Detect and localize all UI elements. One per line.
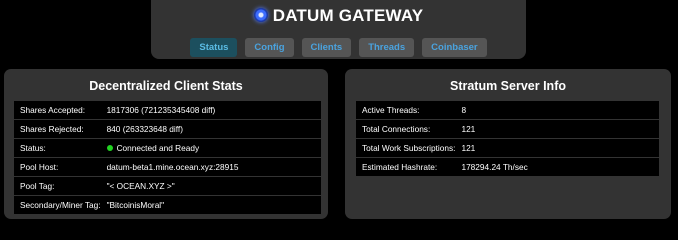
total-connections-label: Total Connections: (356, 120, 456, 138)
status-dot-icon (106, 145, 113, 151)
table-row: Total Work Subscriptions: 121 (356, 139, 659, 157)
stratum-title: Stratum Server Info (449, 79, 566, 93)
hashrate-label: Estimated Hashrate: (356, 158, 456, 176)
datum-logo-icon (253, 8, 268, 22)
table-row: Estimated Hashrate: 178294.24 Th/sec (356, 158, 659, 176)
table-row: Pool Tag: "< OCEAN.XYZ >" (14, 177, 321, 195)
pool-host-label: Pool Host: (14, 158, 101, 176)
client-stats-table: Shares Accepted: 1817306 (721235345408 d… (14, 100, 321, 215)
shares-rejected-label: Shares Rejected: (14, 120, 101, 138)
client-stats-title: Decentralized Client Stats (89, 79, 243, 93)
miner-tag-value: "BitcoinisMoral" (100, 196, 321, 214)
table-row: Shares Accepted: 1817306 (721235345408 d… (14, 101, 321, 119)
table-row: Pool Host: datum-beta1.mine.ocean.xyz:28… (14, 158, 321, 176)
active-threads-label: Active Threads: (356, 101, 456, 119)
status-value: Connected and Ready (116, 143, 200, 153)
work-subscriptions-value: 121 (455, 139, 659, 157)
stratum-table: Active Threads: 8 Total Connections: 121… (356, 100, 659, 177)
app-title: DATUM GATEWAY (272, 6, 424, 25)
work-subscriptions-label: Total Work Subscriptions: (356, 139, 456, 157)
table-row: Shares Rejected: 840 (263323648 diff) (14, 120, 321, 138)
total-connections-value: 121 (455, 120, 659, 138)
tab-status[interactable]: Status (190, 38, 238, 57)
pool-tag-label: Pool Tag: (14, 177, 101, 195)
stratum-panel: Stratum Server Info Active Threads: 8 To… (345, 69, 671, 219)
miner-tag-label: Secondary/Miner Tag: (14, 196, 101, 214)
status-cell: Connected and Ready (100, 139, 321, 157)
table-row: Status: Connected and Ready (14, 139, 321, 157)
tab-coinbaser[interactable]: Coinbaser (422, 38, 487, 57)
table-row: Total Connections: 121 (356, 120, 659, 138)
status-label: Status: (14, 139, 101, 157)
brand: DATUM GATEWAY (151, 6, 526, 26)
table-row: Active Threads: 8 (356, 101, 659, 119)
nav-bar: Status Config Clients Threads Coinbaser (151, 38, 526, 57)
pool-tag-value: "< OCEAN.XYZ >" (100, 177, 321, 195)
tab-clients[interactable]: Clients (301, 38, 352, 57)
shares-rejected-value: 840 (263323648 diff) (100, 120, 321, 138)
hashrate-value: 178294.24 Th/sec (455, 158, 659, 176)
table-row: Secondary/Miner Tag: "BitcoinisMoral" (14, 196, 321, 214)
pool-host-value: datum-beta1.mine.ocean.xyz:28915 (100, 158, 321, 176)
tab-threads[interactable]: Threads (359, 38, 415, 57)
client-stats-panel: Decentralized Client Stats Shares Accept… (4, 69, 328, 219)
shares-accepted-value: 1817306 (721235345408 diff) (100, 101, 321, 119)
shares-accepted-label: Shares Accepted: (14, 101, 101, 119)
header: DATUM GATEWAY Status Config Clients Thre… (151, 0, 526, 59)
tab-config[interactable]: Config (245, 38, 294, 57)
active-threads-value: 8 (455, 101, 659, 119)
